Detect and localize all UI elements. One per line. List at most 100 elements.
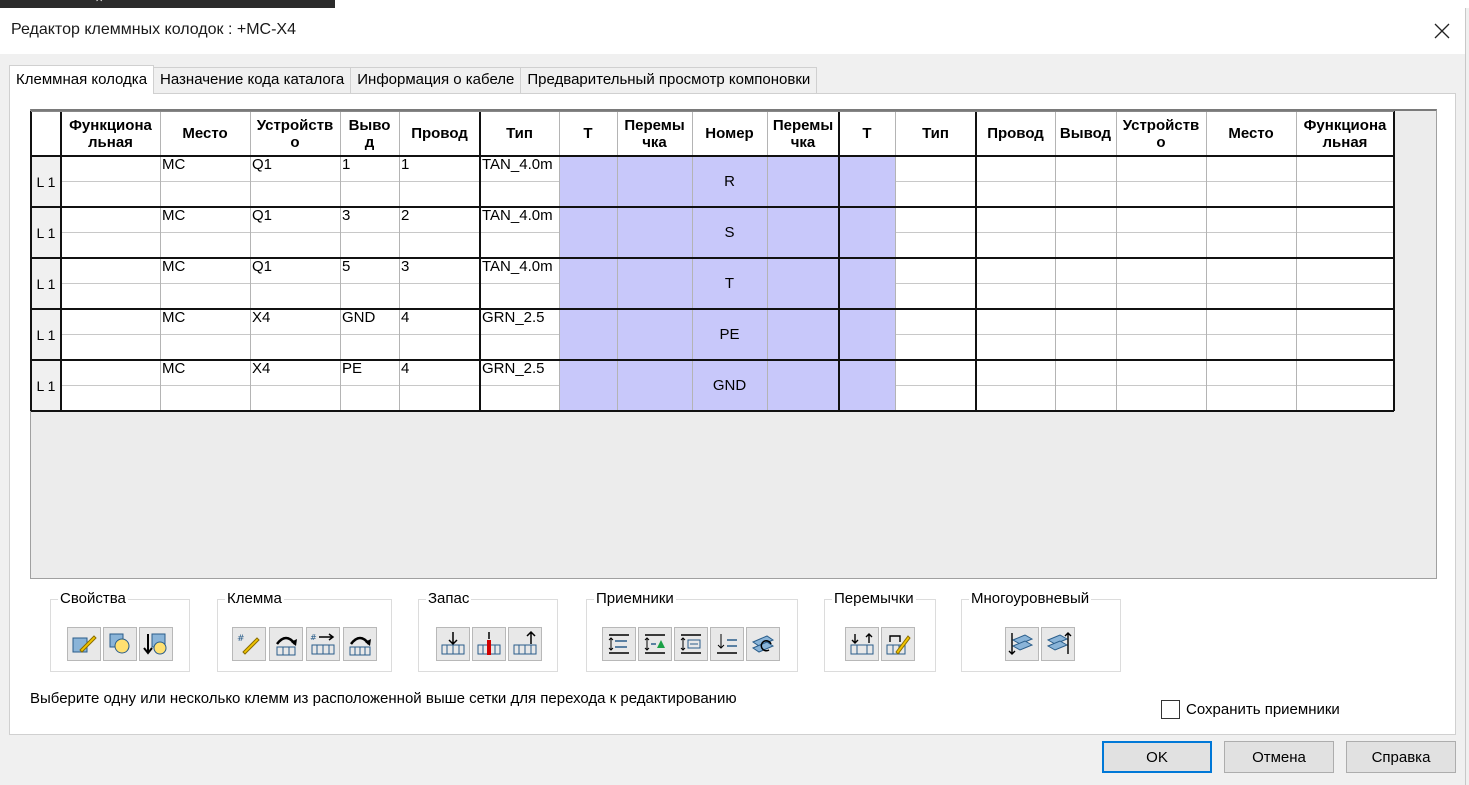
grid-cell-func-right-sub[interactable] bbox=[1296, 182, 1394, 207]
grid-cell-func-right[interactable] bbox=[1296, 207, 1394, 233]
paste-properties-button[interactable] bbox=[139, 627, 173, 661]
grid-cell-wire-right-sub[interactable] bbox=[976, 182, 1055, 207]
column-header-pin-right[interactable]: Вывод bbox=[1055, 111, 1116, 156]
grid-cell-pin-right-sub[interactable] bbox=[1055, 182, 1116, 207]
receiver-insert-button[interactable] bbox=[638, 627, 672, 661]
grid-cell-type-left-sub[interactable] bbox=[480, 335, 559, 360]
grid-cell-func-left-sub[interactable] bbox=[61, 335, 160, 360]
renumber-terminal-button[interactable]: # bbox=[232, 627, 266, 661]
grid-cell-type-left[interactable]: GRN_2.5 bbox=[480, 360, 559, 386]
grid-cell-device-left[interactable]: X4 bbox=[250, 360, 340, 386]
grid-cell-device-right-sub[interactable] bbox=[1116, 386, 1206, 411]
grid-cell-device-right[interactable] bbox=[1116, 258, 1206, 284]
grid-cell-wire-left-sub[interactable] bbox=[399, 386, 480, 411]
grid-cell-pin-right-sub[interactable] bbox=[1055, 284, 1116, 309]
jumper-cell[interactable] bbox=[839, 309, 895, 360]
column-header-jumper-left[interactable]: Перемы чка bbox=[617, 111, 692, 156]
grid-cell-place-left[interactable]: MC bbox=[160, 309, 250, 335]
grid-cell-wire-left[interactable]: 2 bbox=[399, 207, 480, 233]
grid-cell-wire-right[interactable] bbox=[976, 156, 1055, 182]
grid-cell-type-right-sub[interactable] bbox=[895, 335, 976, 360]
column-header-func-left[interactable]: Функциона льная bbox=[61, 111, 160, 156]
grid-cell-wire-left-sub[interactable] bbox=[399, 284, 480, 309]
column-header-type-left[interactable]: Тип bbox=[480, 111, 559, 156]
grid-cell-pin-right[interactable] bbox=[1055, 309, 1116, 335]
column-header-number[interactable]: Номер bbox=[692, 111, 767, 156]
tab-cable-info[interactable]: Информация о кабеле bbox=[350, 67, 522, 93]
grid-cell-type-left-sub[interactable] bbox=[480, 386, 559, 411]
grid-cell-wire-left[interactable]: 1 bbox=[399, 156, 480, 182]
save-receivers-label[interactable]: Сохранить приемники bbox=[1186, 701, 1340, 718]
jumper-cell[interactable] bbox=[767, 309, 839, 360]
grid-cell-func-left-sub[interactable] bbox=[61, 182, 160, 207]
grid-cell-type-left[interactable]: TAN_4.0m bbox=[480, 258, 559, 284]
grid-cell-pin-right[interactable] bbox=[1055, 360, 1116, 386]
grid-cell-func-right[interactable] bbox=[1296, 258, 1394, 284]
grid-cell-type-left[interactable]: TAN_4.0m bbox=[480, 207, 559, 233]
grid-cell-device-left-sub[interactable] bbox=[250, 386, 340, 411]
remove-spare-button[interactable] bbox=[508, 627, 542, 661]
grid-cell-wire-right-sub[interactable] bbox=[976, 335, 1055, 360]
jumper-cell[interactable] bbox=[617, 309, 692, 360]
grid-cell-place-right[interactable] bbox=[1206, 207, 1296, 233]
column-header-type-right[interactable]: Тип bbox=[895, 111, 976, 156]
grid-cell-func-right-sub[interactable] bbox=[1296, 233, 1394, 258]
row-header[interactable]: L 1 bbox=[31, 207, 61, 258]
grid-cell-device-right-sub[interactable] bbox=[1116, 284, 1206, 309]
jumper-cell[interactable] bbox=[559, 258, 617, 309]
grid-cell-wire-right[interactable] bbox=[976, 360, 1055, 386]
jumper-cell[interactable] bbox=[839, 258, 895, 309]
jumper-cell[interactable] bbox=[839, 360, 895, 411]
column-header-wire-left[interactable]: Провод bbox=[399, 111, 480, 156]
grid-cell-func-left-sub[interactable] bbox=[61, 386, 160, 411]
grid-cell-wire-right[interactable] bbox=[976, 309, 1055, 335]
jumper-cell[interactable] bbox=[617, 258, 692, 309]
grid-cell-place-right[interactable] bbox=[1206, 156, 1296, 182]
grid-cell-place-left[interactable]: MC bbox=[160, 207, 250, 233]
column-header-device-left[interactable]: Устройств о bbox=[250, 111, 340, 156]
grid-cell-func-left-sub[interactable] bbox=[61, 233, 160, 258]
grid-cell-type-left-sub[interactable] bbox=[480, 182, 559, 207]
grid-cell-func-left[interactable] bbox=[61, 207, 160, 233]
grid-cell-place-left[interactable]: MC bbox=[160, 360, 250, 386]
grid-cell-wire-left-sub[interactable] bbox=[399, 335, 480, 360]
grid-cell-wire-left-sub[interactable] bbox=[399, 233, 480, 258]
grid-cell-device-left[interactable]: Q1 bbox=[250, 156, 340, 182]
column-header-device-right[interactable]: Устройств о bbox=[1116, 111, 1206, 156]
receiver-refresh-button[interactable] bbox=[746, 627, 780, 661]
multilevel-up-button[interactable] bbox=[1041, 627, 1075, 661]
grid-cell-pin-right-sub[interactable] bbox=[1055, 233, 1116, 258]
jumper-cell[interactable] bbox=[617, 360, 692, 411]
receiver-down-button[interactable] bbox=[710, 627, 744, 661]
cancel-button[interactable]: Отмена bbox=[1224, 741, 1334, 773]
grid-cell-type-left[interactable]: GRN_2.5 bbox=[480, 309, 559, 335]
grid-cell-func-left[interactable] bbox=[61, 156, 160, 182]
grid-cell-pin-right[interactable] bbox=[1055, 207, 1116, 233]
grid-cell-pin-left[interactable]: 3 bbox=[340, 207, 399, 233]
grid-cell-place-left-sub[interactable] bbox=[160, 233, 250, 258]
jumper-cell[interactable] bbox=[767, 258, 839, 309]
grid-cell-pin-left-sub[interactable] bbox=[340, 284, 399, 309]
save-receivers-checkbox[interactable] bbox=[1161, 700, 1180, 719]
terminal-number-cell[interactable]: PE bbox=[692, 309, 767, 360]
jumper-cell[interactable] bbox=[559, 309, 617, 360]
grid-cell-func-left[interactable] bbox=[61, 258, 160, 284]
flip-terminal-button[interactable] bbox=[269, 627, 303, 661]
grid-cell-wire-left[interactable]: 3 bbox=[399, 258, 480, 284]
grid-cell-device-right[interactable] bbox=[1116, 156, 1206, 182]
grid-cell-type-left-sub[interactable] bbox=[480, 233, 559, 258]
grid-cell-device-right[interactable] bbox=[1116, 207, 1206, 233]
ok-button[interactable]: OK bbox=[1102, 741, 1212, 773]
grid-cell-device-left[interactable]: Q1 bbox=[250, 207, 340, 233]
grid-cell-device-right-sub[interactable] bbox=[1116, 182, 1206, 207]
grid-cell-func-left-sub[interactable] bbox=[61, 284, 160, 309]
row-header[interactable]: L 1 bbox=[31, 156, 61, 207]
grid-cell-device-right[interactable] bbox=[1116, 360, 1206, 386]
grid-cell-type-left[interactable]: TAN_4.0m bbox=[480, 156, 559, 182]
grid-cell-pin-left-sub[interactable] bbox=[340, 233, 399, 258]
grid-cell-type-right-sub[interactable] bbox=[895, 284, 976, 309]
grid-cell-wire-right[interactable] bbox=[976, 207, 1055, 233]
terminal-number-cell[interactable]: R bbox=[692, 156, 767, 207]
terminal-grid[interactable]: Функциона льная Место Устройств о Выво д Провод… bbox=[30, 109, 1437, 579]
grid-cell-type-right[interactable] bbox=[895, 360, 976, 386]
